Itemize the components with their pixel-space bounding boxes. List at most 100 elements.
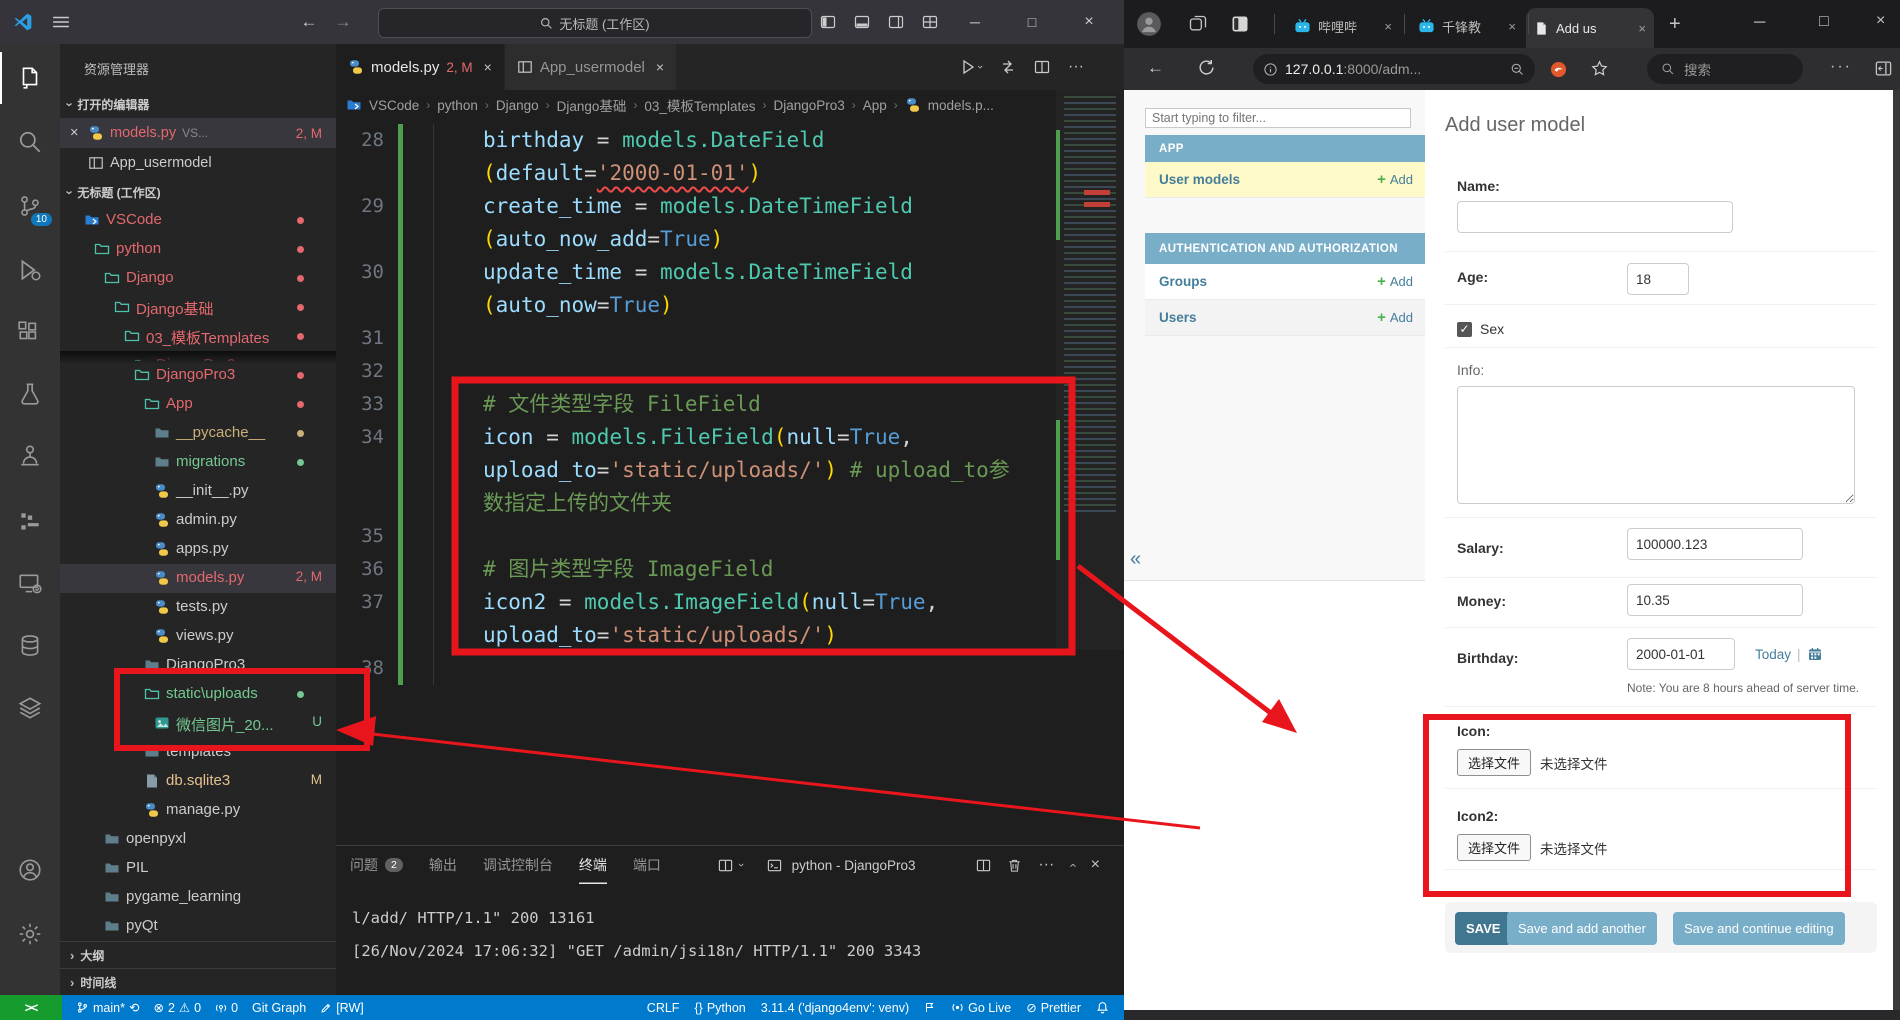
tree-item[interactable]: db.sqlite3 M xyxy=(60,767,336,796)
run-python-icon[interactable]: › xyxy=(960,59,986,75)
breadcrumb-item[interactable]: Django基础 xyxy=(557,95,627,115)
code-line[interactable]: 28 birthday = models.DateField xyxy=(336,124,1056,157)
nav-filter-input[interactable] xyxy=(1145,108,1411,128)
browser-tab-close-icon[interactable]: × xyxy=(1638,21,1646,36)
sex-checkbox[interactable]: ✓ xyxy=(1457,321,1472,337)
git-branch-item[interactable]: main* ⟲ xyxy=(76,1000,139,1015)
window-minimize-icon[interactable]: ─ xyxy=(952,0,998,44)
admin-module-caption[interactable]: AUTHENTICATION AND AUTHORIZATION xyxy=(1145,233,1425,264)
sidebar-panel-icon[interactable] xyxy=(1874,59,1893,78)
tree-item[interactable]: manage.py xyxy=(60,796,336,825)
zoom-out-icon[interactable] xyxy=(1510,62,1525,77)
code-line[interactable]: upload_to='static/uploads/') xyxy=(336,619,1056,652)
tree-item[interactable]: python xyxy=(60,235,336,264)
browser-tab[interactable]: 千锋教 × xyxy=(1410,9,1524,43)
panel-more-icon[interactable]: ··· xyxy=(1038,856,1054,874)
nav-collapse-toggle[interactable]: « xyxy=(1130,548,1141,571)
browser-close-icon[interactable]: × xyxy=(1876,12,1885,30)
explorer-more-icon[interactable]: ··· xyxy=(84,57,302,74)
tree-item[interactable]: apps.py xyxy=(60,535,336,564)
git-graph-item[interactable]: Git Graph xyxy=(252,1001,306,1015)
close-panel-icon[interactable]: × xyxy=(1091,856,1100,874)
code-line[interactable]: 29 create_time = models.DateTimeField xyxy=(336,190,1056,223)
toggle-secondary-sidebar-icon[interactable] xyxy=(880,0,912,44)
source-control-icon[interactable]: 10 xyxy=(0,180,60,232)
text-input[interactable] xyxy=(1627,528,1803,560)
tree-item[interactable]: PIL xyxy=(60,854,336,883)
terminal-launch-icon[interactable] xyxy=(718,858,733,873)
tree-item[interactable]: Django xyxy=(60,264,336,293)
today-shortcut[interactable]: Today | xyxy=(1755,646,1823,662)
breadcrumb[interactable]: VSCode › python › Django › Django基础 › 03_模板Templ… xyxy=(346,90,1046,120)
tab-close-icon[interactable]: × xyxy=(484,59,492,75)
text-input[interactable] xyxy=(1627,584,1803,616)
prettier-item[interactable]: ⊘ Prettier xyxy=(1026,1000,1081,1016)
project-manager-icon[interactable] xyxy=(0,496,60,548)
timeline-section[interactable]: › 时间线 xyxy=(60,968,336,995)
code-line[interactable]: 33 # 文件类型字段 FileField xyxy=(336,388,1056,421)
admin-add-link[interactable]: + Add xyxy=(1377,309,1413,326)
tree-item[interactable]: App xyxy=(60,390,336,419)
choose-file-button[interactable]: 选择文件 xyxy=(1457,749,1532,776)
go-live-item[interactable]: Go Live xyxy=(951,1001,1011,1015)
calendar-icon[interactable] xyxy=(1807,646,1823,662)
tree-item[interactable]: 03_模板Templates xyxy=(60,322,336,351)
save-variant-button[interactable]: Save and add another xyxy=(1507,912,1657,945)
nav-forward-icon[interactable]: → xyxy=(326,0,360,44)
terminal-profile-chevron-icon[interactable]: › xyxy=(735,863,747,867)
workspace-section[interactable]: › 无标题 (工作区) xyxy=(60,178,336,206)
workspaces-icon[interactable] xyxy=(1188,14,1208,34)
open-changes-icon[interactable] xyxy=(1000,59,1016,75)
tree-item[interactable]: __pycache__ xyxy=(60,419,336,448)
info-textarea[interactable] xyxy=(1457,386,1855,504)
todo-tree-icon[interactable] xyxy=(0,430,60,482)
admin-module-caption[interactable]: APP xyxy=(1145,135,1425,162)
breadcrumb-item[interactable]: DjangoPro3 xyxy=(773,98,844,113)
tree-item[interactable]: templates xyxy=(60,738,336,767)
text-input[interactable] xyxy=(1457,201,1733,233)
panel-tab[interactable]: 终端 xyxy=(579,846,607,884)
panel-tab[interactable]: 问题 2 xyxy=(350,846,403,884)
favorite-star-icon[interactable] xyxy=(1590,59,1609,78)
code-line[interactable]: 30 update_time = models.DateTimeField xyxy=(336,256,1056,289)
workspace-search-box[interactable]: 无标题 (工作区) xyxy=(378,8,812,38)
tree-item[interactable]: views.py xyxy=(60,622,336,651)
breadcrumb-item[interactable]: python xyxy=(437,98,478,113)
text-input[interactable] xyxy=(1627,638,1735,670)
browser-maximize-icon[interactable]: □ xyxy=(1819,13,1829,31)
browser-tab-close-icon[interactable]: × xyxy=(1508,19,1516,34)
layers-icon[interactable] xyxy=(0,682,60,734)
admin-model-link[interactable]: User models xyxy=(1159,172,1240,187)
search-icon[interactable] xyxy=(0,116,60,168)
tree-item[interactable]: DjangoPro3 xyxy=(60,361,336,390)
notifications-bell-icon[interactable] xyxy=(1096,1001,1109,1014)
code-line[interactable]: 数指定上传的文件夹 xyxy=(336,487,1056,520)
window-close-icon[interactable]: × xyxy=(1066,0,1112,44)
toggle-panel-icon[interactable] xyxy=(846,0,878,44)
tree-item[interactable]: pyQt xyxy=(60,912,336,941)
tree-item[interactable]: VSCode xyxy=(60,206,336,235)
breadcrumb-item[interactable]: models.p... xyxy=(928,98,994,113)
browser-tab[interactable]: Add us × xyxy=(1526,8,1654,48)
interpreter-item[interactable]: 3.11.4 ('django4env': venv) xyxy=(761,1001,909,1015)
remote-explorer-icon[interactable] xyxy=(0,558,60,610)
tree-item[interactable]: 微信图片_20... U xyxy=(60,709,336,738)
browser-tab[interactable]: 哔哩哔 × xyxy=(1286,9,1400,43)
flag-icon[interactable] xyxy=(924,1001,936,1014)
code-line[interactable]: upload_to='static/uploads/') # upload_to… xyxy=(336,454,1056,487)
tree-item[interactable]: admin.py xyxy=(60,506,336,535)
code-line[interactable]: 31 xyxy=(336,322,1056,355)
choose-file-button[interactable]: 选择文件 xyxy=(1457,834,1532,861)
open-editor-item[interactable]: App_usermodel xyxy=(60,148,336,178)
minimap[interactable] xyxy=(1056,90,1124,650)
editor-tab[interactable]: App_usermodel × xyxy=(504,44,678,90)
ports-item[interactable]: 0 xyxy=(215,1001,238,1015)
menu-hamburger-icon[interactable] xyxy=(44,0,78,44)
split-editor-icon[interactable] xyxy=(1034,59,1050,75)
nav-back-icon[interactable]: ← xyxy=(292,0,326,44)
editor-more-icon[interactable]: ··· xyxy=(1068,58,1084,76)
tab-close-icon[interactable]: × xyxy=(656,59,664,75)
tree-item[interactable]: openpyxl xyxy=(60,825,336,854)
open-editors-section[interactable]: › 打开的编辑器 xyxy=(60,90,336,118)
vertical-tabs-icon[interactable] xyxy=(1230,14,1250,34)
